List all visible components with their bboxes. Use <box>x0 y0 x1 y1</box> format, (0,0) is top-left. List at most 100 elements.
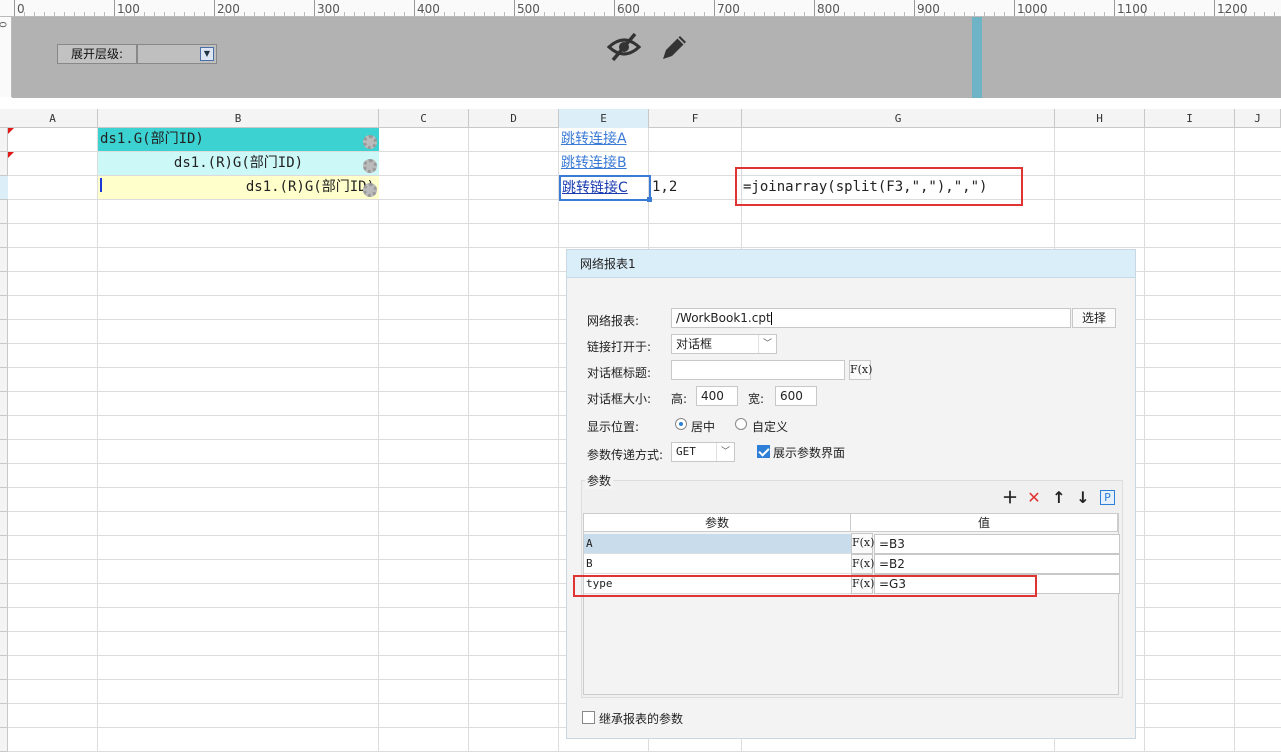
param-row-value[interactable]: =B2 <box>874 554 1120 574</box>
cell-e1[interactable]: 跳转连接A <box>561 128 648 151</box>
cell-b2[interactable]: ds1.(R)G(部门ID) <box>98 152 379 175</box>
ruler-tick <box>584 12 585 16</box>
ruler-label: 1200 <box>1217 2 1248 16</box>
row-header[interactable] <box>0 272 8 296</box>
row-marker-icon <box>8 128 14 134</box>
grid-vline <box>558 128 559 752</box>
dialog-title-input[interactable] <box>671 360 845 380</box>
delete-icon[interactable]: ✕ <box>1026 490 1042 506</box>
arrow-up-icon[interactable]: ↑ <box>1051 490 1067 506</box>
param-row-name[interactable]: A <box>584 534 851 554</box>
hyperlink-b[interactable]: 跳转连接B <box>561 155 627 171</box>
cell-b2-text: ds1.(R)G(部门ID) <box>173 155 304 171</box>
radio-center[interactable] <box>675 418 687 430</box>
ruler-tick <box>1074 12 1075 16</box>
cell-f3[interactable]: 1,2 <box>652 176 740 199</box>
row-header[interactable] <box>0 152 8 176</box>
cell-e2[interactable]: 跳转连接B <box>561 152 648 175</box>
row-header[interactable] <box>0 392 8 416</box>
row-header[interactable] <box>0 680 8 704</box>
show-param-ui-checkbox[interactable] <box>757 445 770 458</box>
column-header[interactable]: F <box>649 109 742 128</box>
formula-button[interactable]: F(x) <box>849 360 872 380</box>
column-header[interactable]: B <box>98 109 379 128</box>
row-header[interactable] <box>0 200 8 224</box>
row-header[interactable] <box>0 440 8 464</box>
row-header[interactable] <box>0 296 8 320</box>
panel-resize-bar[interactable] <box>972 17 982 98</box>
formula-button[interactable]: F(x) <box>851 533 874 554</box>
radio-custom[interactable] <box>735 418 747 430</box>
row-header[interactable] <box>0 560 8 584</box>
arrow-down-icon[interactable]: ↓ <box>1075 490 1091 506</box>
grid-vline <box>1234 128 1235 752</box>
cell-b3[interactable]: ds1.(R)G(部门ID) <box>98 176 379 199</box>
choose-button[interactable]: 选择 <box>1072 308 1116 328</box>
cell-f3-text: 1,2 <box>652 179 678 195</box>
row-header[interactable] <box>0 584 8 608</box>
ruler-label: 700 <box>717 2 740 16</box>
gear-icon <box>363 183 377 197</box>
row-header[interactable] <box>0 416 8 440</box>
row-header[interactable] <box>0 488 8 512</box>
ruler-tick <box>894 12 895 16</box>
dropdown-arrow-icon[interactable]: ▼ <box>200 47 214 61</box>
ruler-tick <box>1064 12 1065 16</box>
column-header[interactable]: E <box>559 109 649 128</box>
cell-e3-selected[interactable]: 跳转链接C <box>559 175 651 201</box>
ruler-tick <box>1194 12 1195 16</box>
eye-slash-icon[interactable] <box>606 30 642 64</box>
report-path-input[interactable]: /WorkBook1.cpt <box>671 308 1071 328</box>
add-icon[interactable]: ＋ <box>1002 490 1018 506</box>
hyperlink-a[interactable]: 跳转连接A <box>561 131 627 147</box>
row-header[interactable] <box>0 176 8 200</box>
row-header[interactable] <box>0 608 8 632</box>
row-header[interactable] <box>0 512 8 536</box>
pencil-icon[interactable] <box>658 30 692 64</box>
column-header[interactable]: G <box>742 109 1055 128</box>
row-header[interactable] <box>0 464 8 488</box>
row-header[interactable] <box>0 128 8 152</box>
row-header[interactable] <box>0 320 8 344</box>
hyperlink-c[interactable]: 跳转链接C <box>562 180 628 196</box>
ruler-tick <box>1174 12 1175 16</box>
row-header[interactable] <box>0 344 8 368</box>
width-input[interactable]: 600 <box>775 386 817 406</box>
ruler-tick <box>44 12 45 16</box>
ruler-tick <box>64 12 65 16</box>
ruler-label: 600 <box>617 2 640 16</box>
ruler-tick <box>474 12 475 16</box>
row-header[interactable] <box>0 368 8 392</box>
row-header[interactable] <box>0 536 8 560</box>
row-header[interactable] <box>0 632 8 656</box>
formula-highlight-box <box>735 167 1023 206</box>
row-header[interactable] <box>0 248 8 272</box>
expand-level-combo[interactable]: ▼ <box>137 44 217 64</box>
column-header[interactable]: C <box>379 109 469 128</box>
ruler-tick <box>304 12 305 16</box>
column-header[interactable]: I <box>1145 109 1235 128</box>
param-method-select[interactable]: GET ﹀ <box>671 442 735 462</box>
cell-b1-text: ds1.G(部门ID) <box>100 131 204 147</box>
formula-button[interactable]: F(x) <box>851 554 874 574</box>
ruler-tick <box>804 12 805 16</box>
open-in-value: 对话框 <box>676 337 713 351</box>
row-header[interactable] <box>0 656 8 680</box>
inherit-params-checkbox[interactable] <box>582 711 595 724</box>
column-header[interactable]: H <box>1055 109 1145 128</box>
dialog-size-label: 对话框大小: <box>587 392 652 406</box>
ruler-tick <box>1154 12 1155 16</box>
open-in-select[interactable]: 对话框 ﹀ <box>671 334 777 354</box>
column-header[interactable]: D <box>469 109 559 128</box>
open-in-label: 链接打开于: <box>587 340 652 354</box>
row-header[interactable] <box>0 704 8 728</box>
row-header[interactable] <box>0 728 8 752</box>
column-header[interactable]: A <box>8 109 98 128</box>
cell-b1[interactable]: ds1.G(部门ID) <box>98 128 379 151</box>
parameter-p-icon[interactable]: P <box>1100 490 1115 505</box>
row-header[interactable] <box>0 224 8 248</box>
column-header[interactable]: J <box>1235 109 1281 128</box>
param-row-name[interactable]: B <box>584 554 851 574</box>
param-row-value[interactable]: =B3 <box>874 534 1120 554</box>
height-input[interactable]: 400 <box>696 386 738 406</box>
